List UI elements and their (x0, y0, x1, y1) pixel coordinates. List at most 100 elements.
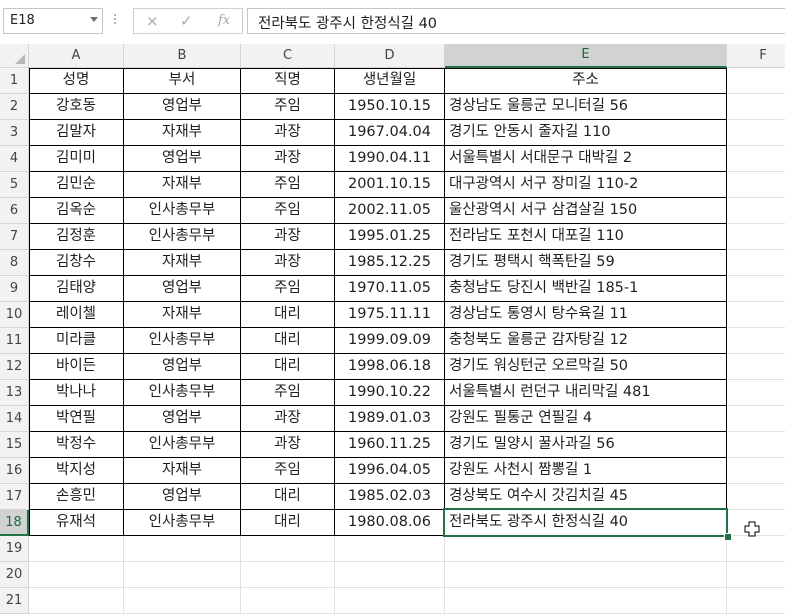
cell-e9[interactable]: 충청남도 당진시 백반길 185-1 (445, 276, 727, 302)
row-header-18[interactable]: 18 (0, 510, 29, 536)
cell-a3[interactable]: 김말자 (29, 120, 124, 146)
cell-a10[interactable]: 레이첼 (29, 302, 124, 328)
cell-d4[interactable]: 1990.04.11 (335, 146, 445, 172)
cell-b2[interactable]: 영업부 (124, 94, 241, 120)
cell-f20[interactable] (727, 562, 785, 588)
row-header-13[interactable]: 13 (0, 380, 29, 406)
cell-e5[interactable]: 대구광역시 서구 장미길 110-2 (445, 172, 727, 198)
column-header-b[interactable]: B (124, 44, 241, 68)
column-header-a[interactable]: A (29, 44, 124, 68)
select-all-button[interactable] (0, 44, 29, 68)
enter-check-icon[interactable]: ✓ (180, 12, 193, 30)
cell-e3[interactable]: 경기도 안동시 줄자길 110 (445, 120, 727, 146)
cell-a4[interactable]: 김미미 (29, 146, 124, 172)
cell-e12[interactable]: 경기도 워싱턴군 오르막길 50 (445, 354, 727, 380)
cell-b20[interactable] (124, 562, 241, 588)
fill-handle[interactable] (724, 533, 732, 541)
cell-f9[interactable] (727, 276, 785, 302)
cell-c7[interactable]: 과장 (241, 224, 335, 250)
name-box[interactable]: E18 (3, 8, 103, 34)
column-header-e[interactable]: E (445, 44, 727, 68)
row-header-10[interactable]: 10 (0, 302, 29, 328)
cell-a19[interactable] (29, 536, 124, 562)
cell-f15[interactable] (727, 432, 785, 458)
cell-a13[interactable]: 박나나 (29, 380, 124, 406)
cancel-icon[interactable]: × (146, 12, 159, 30)
cell-d21[interactable] (335, 588, 445, 614)
cell-a20[interactable] (29, 562, 124, 588)
row-header-12[interactable]: 12 (0, 354, 29, 380)
cell-e13[interactable]: 서울특별시 런던구 내리막길 481 (445, 380, 727, 406)
row-header-9[interactable]: 9 (0, 276, 29, 302)
cell-b1[interactable]: 부서 (124, 68, 241, 94)
cell-c9[interactable]: 주임 (241, 276, 335, 302)
cell-a8[interactable]: 김창수 (29, 250, 124, 276)
cell-a5[interactable]: 김민순 (29, 172, 124, 198)
cell-d8[interactable]: 1985.12.25 (335, 250, 445, 276)
drag-handle-icon[interactable] (113, 12, 117, 30)
cell-a16[interactable]: 박지성 (29, 458, 124, 484)
cell-a6[interactable]: 김옥순 (29, 198, 124, 224)
cell-b14[interactable]: 영업부 (124, 406, 241, 432)
column-header-f[interactable]: F (727, 44, 785, 68)
cell-e2[interactable]: 경상남도 울릉군 모니터길 56 (445, 94, 727, 120)
cell-e1[interactable]: 주소 (445, 68, 727, 94)
cell-e10[interactable]: 경상남도 통영시 탕수육길 11 (445, 302, 727, 328)
cell-d19[interactable] (335, 536, 445, 562)
cell-f14[interactable] (727, 406, 785, 432)
cell-d18[interactable]: 1980.08.06 (335, 510, 445, 536)
cell-a9[interactable]: 김태양 (29, 276, 124, 302)
insert-function-icon[interactable]: fx (218, 13, 230, 28)
cell-f8[interactable] (727, 250, 785, 276)
row-header-15[interactable]: 15 (0, 432, 29, 458)
cell-c2[interactable]: 주임 (241, 94, 335, 120)
cell-c4[interactable]: 과장 (241, 146, 335, 172)
cell-c20[interactable] (241, 562, 335, 588)
cell-b6[interactable]: 인사총무부 (124, 198, 241, 224)
cell-f10[interactable] (727, 302, 785, 328)
cell-f2[interactable] (727, 94, 785, 120)
cell-d12[interactable]: 1998.06.18 (335, 354, 445, 380)
cell-e17[interactable]: 경상북도 여수시 갓김치길 45 (445, 484, 727, 510)
cell-a7[interactable]: 김정훈 (29, 224, 124, 250)
row-header-19[interactable]: 19 (0, 536, 29, 562)
cell-f16[interactable] (727, 458, 785, 484)
cell-f13[interactable] (727, 380, 785, 406)
cell-d14[interactable]: 1989.01.03 (335, 406, 445, 432)
cell-a14[interactable]: 박연필 (29, 406, 124, 432)
cell-a18[interactable]: 유재석 (29, 510, 124, 536)
cell-c15[interactable]: 과장 (241, 432, 335, 458)
row-header-14[interactable]: 14 (0, 406, 29, 432)
cell-b16[interactable]: 자재부 (124, 458, 241, 484)
row-header-20[interactable]: 20 (0, 562, 29, 588)
cell-b15[interactable]: 인사총무부 (124, 432, 241, 458)
cell-e8[interactable]: 경기도 평택시 핵폭탄길 59 (445, 250, 727, 276)
cell-f1[interactable] (727, 68, 785, 94)
cell-d7[interactable]: 1995.01.25 (335, 224, 445, 250)
cell-c1[interactable]: 직명 (241, 68, 335, 94)
cell-d17[interactable]: 1985.02.03 (335, 484, 445, 510)
formula-input[interactable]: 전라북도 광주시 한정식길 40 (247, 8, 785, 34)
row-header-21[interactable]: 21 (0, 588, 29, 614)
cell-b18[interactable]: 인사총무부 (124, 510, 241, 536)
cell-c21[interactable] (241, 588, 335, 614)
cell-f12[interactable] (727, 354, 785, 380)
row-header-7[interactable]: 7 (0, 224, 29, 250)
cell-d6[interactable]: 2002.11.05 (335, 198, 445, 224)
cell-a1[interactable]: 성명 (29, 68, 124, 94)
cell-a11[interactable]: 미라클 (29, 328, 124, 354)
cell-f4[interactable] (727, 146, 785, 172)
chevron-down-icon[interactable] (90, 17, 98, 22)
cell-c10[interactable]: 대리 (241, 302, 335, 328)
cell-d13[interactable]: 1990.10.22 (335, 380, 445, 406)
cell-d9[interactable]: 1970.11.05 (335, 276, 445, 302)
row-header-8[interactable]: 8 (0, 250, 29, 276)
cell-f17[interactable] (727, 484, 785, 510)
cell-c5[interactable]: 주임 (241, 172, 335, 198)
cell-e7[interactable]: 전라남도 포천시 대포길 110 (445, 224, 727, 250)
row-header-2[interactable]: 2 (0, 94, 29, 120)
cell-c17[interactable]: 대리 (241, 484, 335, 510)
cell-e21[interactable] (445, 588, 727, 614)
cell-b17[interactable]: 영업부 (124, 484, 241, 510)
cell-e14[interactable]: 강원도 필통군 연필길 4 (445, 406, 727, 432)
